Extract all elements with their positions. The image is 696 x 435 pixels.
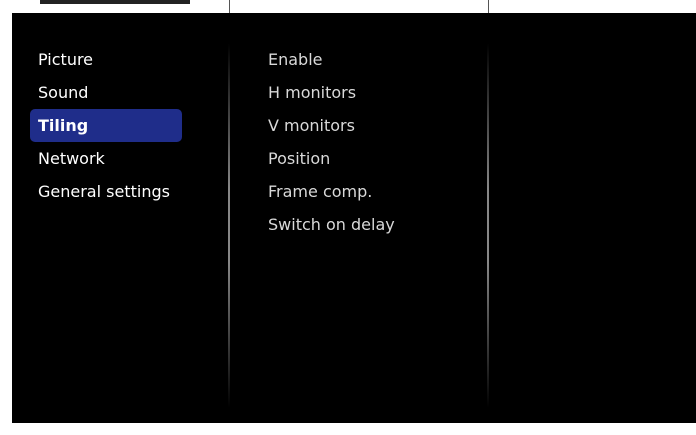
menu-item-network[interactable]: Network — [30, 142, 182, 175]
submenu-item-label: Position — [268, 149, 331, 168]
menu-item-tiling[interactable]: Tiling — [30, 109, 182, 142]
submenu-item-label: Switch on delay — [268, 215, 395, 234]
column-tick-left — [229, 0, 230, 13]
submenu-item-label: V monitors — [268, 116, 355, 135]
menu-item-label: Network — [38, 149, 105, 168]
submenu-item-switch-on-delay[interactable]: Switch on delay — [268, 208, 468, 241]
menu-item-label: Sound — [38, 83, 89, 102]
submenu-item-enable[interactable]: Enable — [268, 43, 468, 76]
bottom-edge-strip — [0, 423, 696, 435]
column-divider-left — [228, 43, 230, 408]
submenu-item-label: Frame comp. — [268, 182, 373, 201]
menu-item-label: General settings — [38, 182, 170, 201]
menu-item-general-settings[interactable]: General settings — [30, 175, 182, 208]
submenu-item-v-monitors[interactable]: V monitors — [268, 109, 468, 142]
submenu-item-label: Enable — [268, 50, 323, 69]
column-divider-right — [487, 43, 489, 408]
menu-item-label: Tiling — [38, 116, 89, 135]
menu-item-sound[interactable]: Sound — [30, 76, 182, 109]
column-tick-right — [488, 0, 489, 13]
submenu-item-position[interactable]: Position — [268, 142, 468, 175]
osd-menu-panel: Picture Sound Tiling Network General set… — [12, 13, 696, 423]
cropped-heading-fragment — [40, 0, 190, 4]
tiling-submenu: Enable H monitors V monitors Position Fr… — [268, 43, 468, 241]
top-edge-strip — [0, 0, 696, 13]
menu-item-picture[interactable]: Picture — [30, 43, 182, 76]
menu-item-label: Picture — [38, 50, 94, 69]
submenu-item-label: H monitors — [268, 83, 357, 102]
main-menu: Picture Sound Tiling Network General set… — [12, 43, 217, 208]
submenu-item-frame-comp[interactable]: Frame comp. — [268, 175, 468, 208]
submenu-item-h-monitors[interactable]: H monitors — [268, 76, 468, 109]
